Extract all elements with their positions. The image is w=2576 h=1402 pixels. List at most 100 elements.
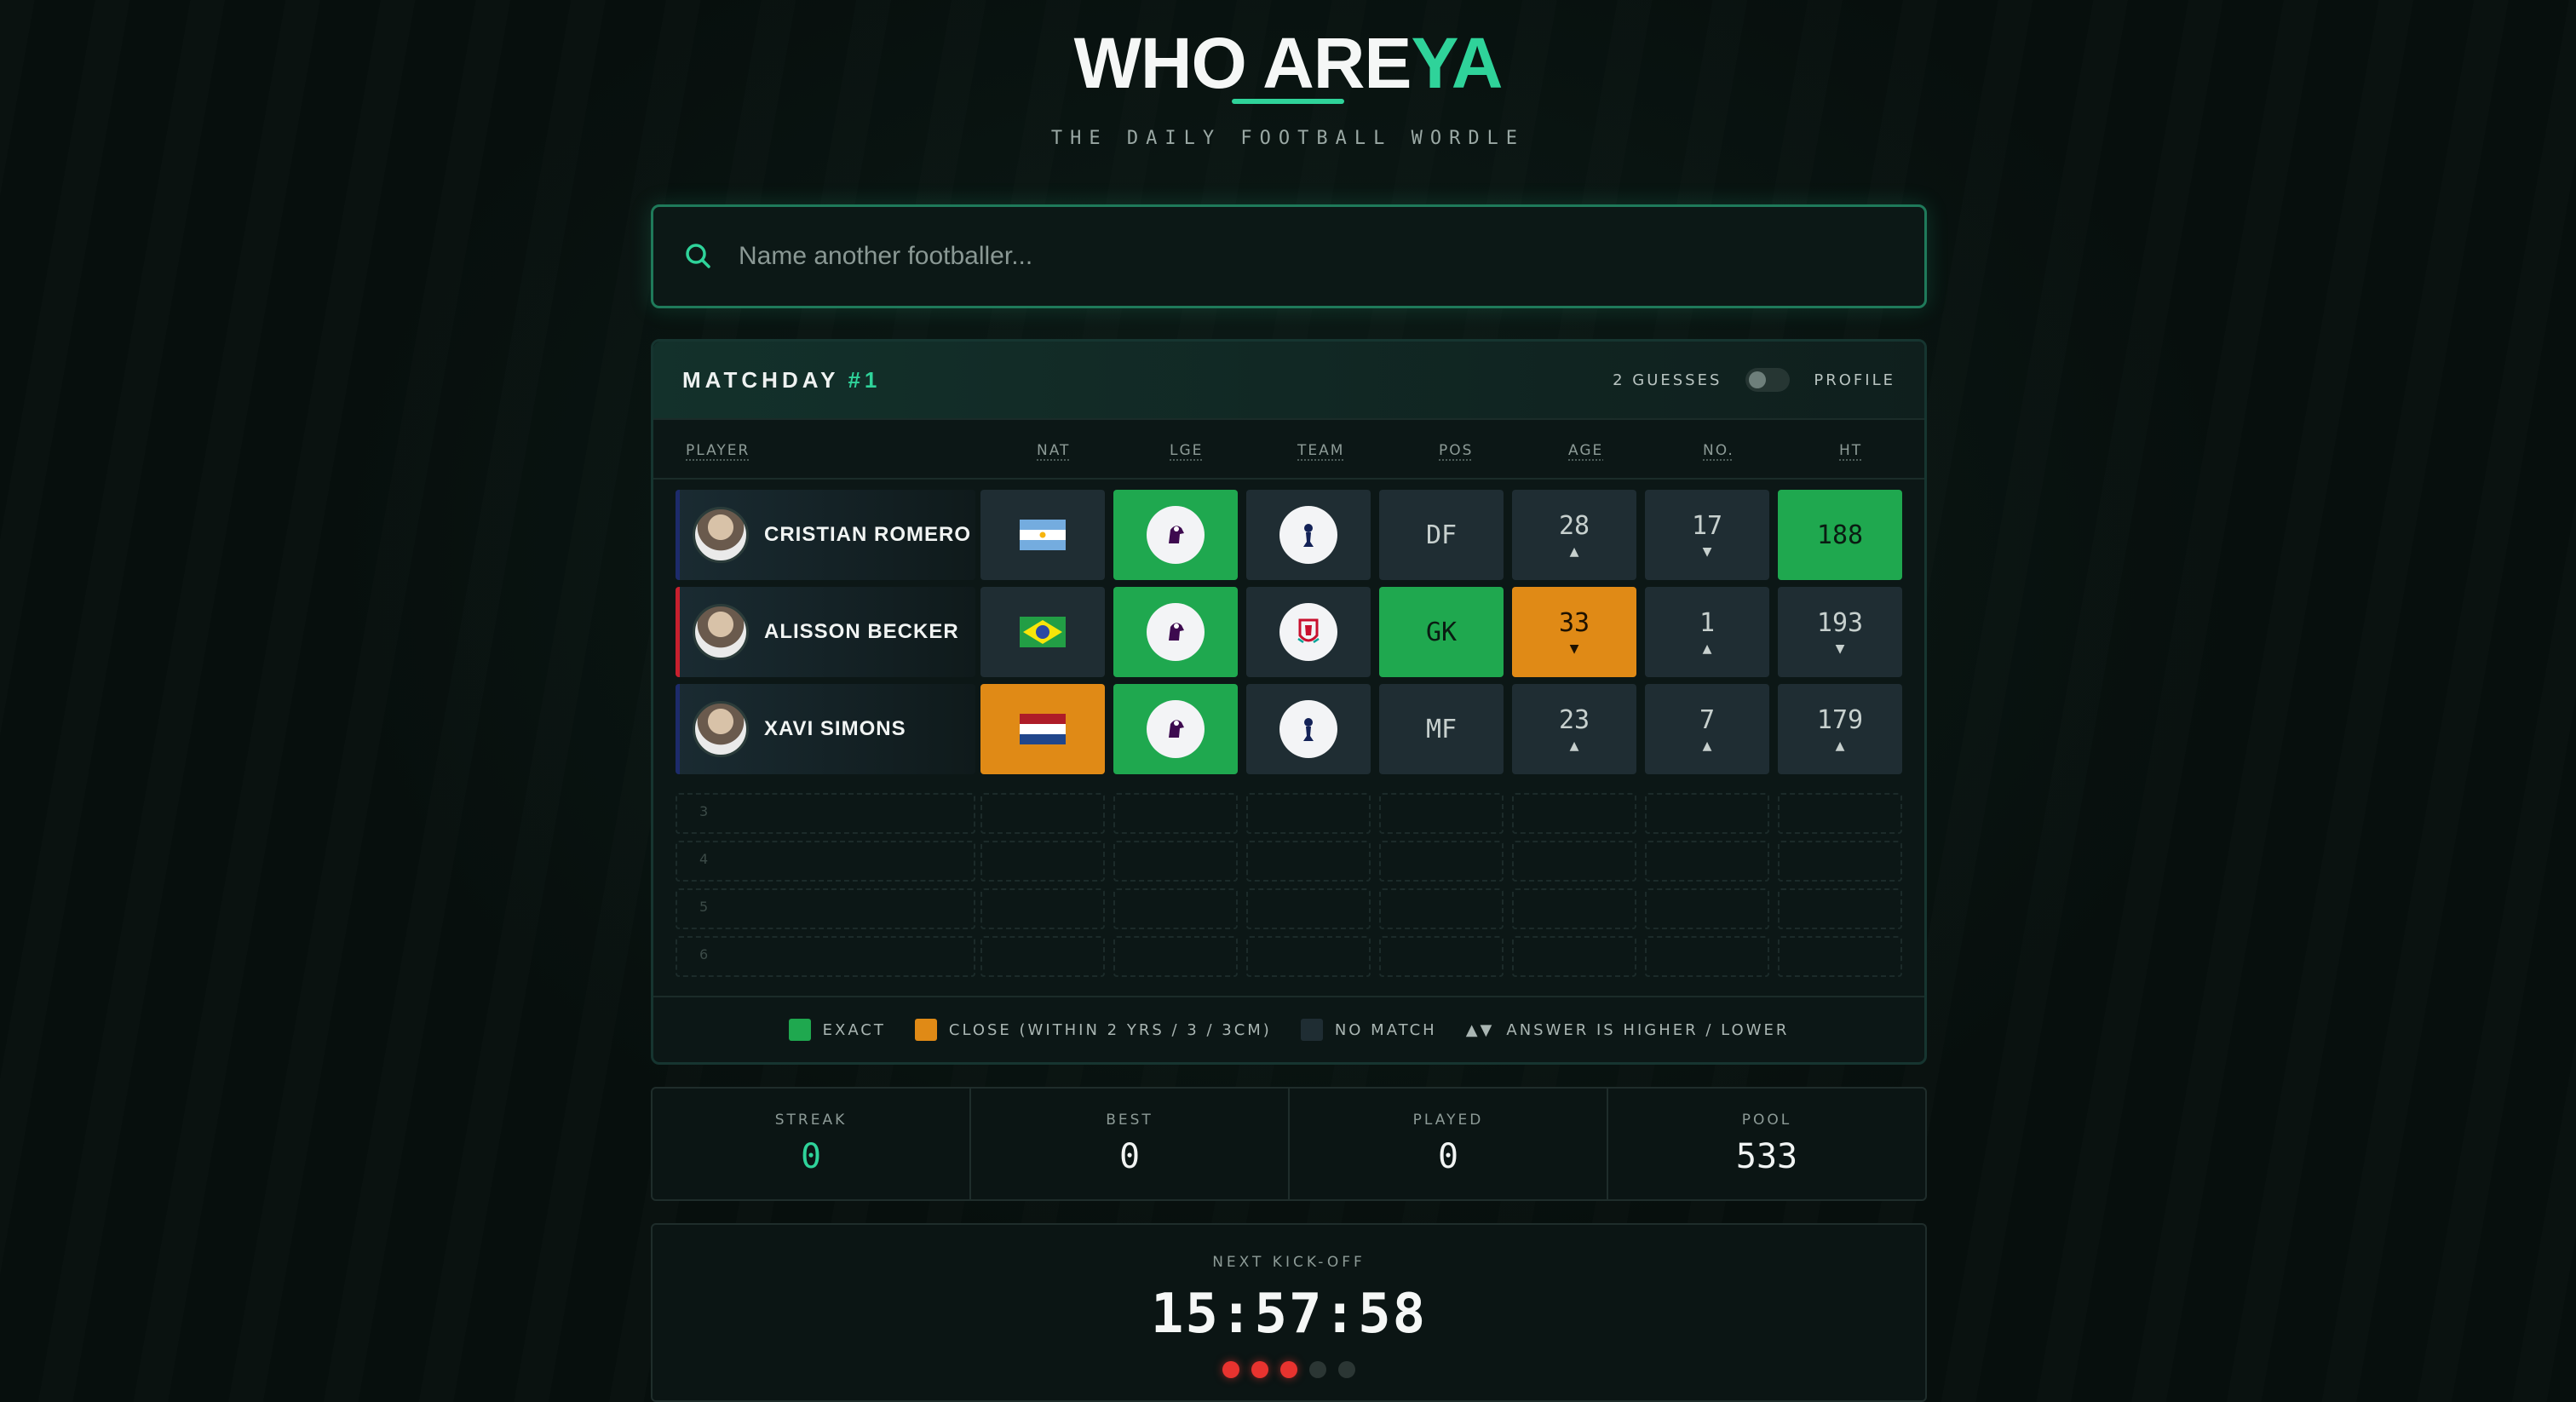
no-match-swatch <box>1300 1019 1323 1041</box>
stat-value: 0 <box>800 1137 822 1176</box>
board-header: MATCHDAY #1 2 GUESSES PROFILE <box>653 342 1924 420</box>
player-avatar <box>693 701 749 757</box>
profile-toggle-label: PROFILE <box>1814 371 1895 389</box>
attempt-dots <box>1222 1361 1355 1378</box>
search-icon <box>684 242 713 271</box>
height-value: 179 <box>1816 704 1864 735</box>
player-cell: ALISSON BECKER <box>676 587 975 677</box>
height-arrow: ▼ <box>1835 639 1845 658</box>
player-name: XAVI SIMONS <box>764 717 906 740</box>
title-underline <box>1232 99 1344 104</box>
legend-exact: EXACT <box>788 1019 886 1041</box>
col-header-nat: NAT <box>1037 442 1071 459</box>
premier-league-icon <box>1147 700 1205 758</box>
stat-value: 533 <box>1735 1137 1798 1176</box>
nat-cell <box>980 684 1105 774</box>
age-cell: 23 ▲ <box>1512 684 1636 774</box>
number-value: 7 <box>1699 704 1716 735</box>
search-box[interactable] <box>651 204 1927 308</box>
legend-exact-label: EXACT <box>822 1020 886 1039</box>
lge-cell <box>1113 684 1238 774</box>
player-avatar <box>693 507 749 563</box>
pos-value: MF <box>1425 714 1458 744</box>
number-cell: 17 ▼ <box>1645 490 1769 580</box>
stat-played: PLAYED 0 <box>1290 1089 1608 1199</box>
age-arrow: ▼ <box>1569 639 1579 658</box>
empty-guess-row: 6 <box>676 936 1904 977</box>
argentina-flag-icon <box>1020 520 1066 550</box>
height-cell: 188 <box>1778 490 1902 580</box>
stat-label: PLAYED <box>1412 1112 1484 1129</box>
age-cell: 33 ▼ <box>1512 587 1636 677</box>
attempt-dot <box>1309 1361 1326 1378</box>
stat-pool: POOL 533 <box>1608 1089 1925 1199</box>
column-headers: PLAYER NAT LGE TEAM POS AGE NO. HT <box>653 420 1924 480</box>
nat-cell <box>980 490 1105 580</box>
pos-value: GK <box>1425 617 1458 647</box>
number-cell: 1 ▲ <box>1645 587 1769 677</box>
lge-cell <box>1113 490 1238 580</box>
legend-none-label: NO MATCH <box>1334 1020 1437 1039</box>
height-value: 193 <box>1816 607 1864 638</box>
profile-toggle[interactable] <box>1745 368 1791 392</box>
close-swatch <box>914 1019 937 1041</box>
nat-cell <box>980 587 1105 677</box>
number-value: 1 <box>1699 607 1716 638</box>
legend-arrows-label: ANSWER IS HIGHER / LOWER <box>1506 1020 1790 1039</box>
next-kickoff-panel: NEXT KICK-OFF 15:57:58 <box>651 1223 1927 1402</box>
team-stripe <box>676 684 680 774</box>
age-arrow: ▲ <box>1569 736 1579 755</box>
col-header-age: AGE <box>1568 442 1604 459</box>
legend-close: CLOSE (WITHIN 2 YRS / 3 / 3CM) <box>914 1019 1272 1041</box>
number-cell: 7 ▲ <box>1645 684 1769 774</box>
attempt-dot <box>1280 1361 1297 1378</box>
app-subtitle: THE DAILY FOOTBALL WORDLE <box>1050 128 1526 149</box>
stat-best: BEST 0 <box>971 1089 1290 1199</box>
matchday-label: MATCHDAY <box>682 366 840 393</box>
player-avatar <box>693 604 749 660</box>
countdown-timer: 15:57:58 <box>1150 1283 1428 1346</box>
height-cell: 193 ▼ <box>1778 587 1902 677</box>
legend-close-label: CLOSE (WITHIN 2 YRS / 3 / 3CM) <box>948 1020 1272 1039</box>
team-cell <box>1246 684 1371 774</box>
attempt-dot <box>1338 1361 1355 1378</box>
legend-arrows: ▲▼ ANSWER IS HIGHER / LOWER <box>1466 1021 1790 1039</box>
search-input[interactable] <box>739 242 1924 271</box>
team-stripe <box>676 490 680 580</box>
number-value: 17 <box>1691 510 1723 541</box>
stat-label: BEST <box>1106 1112 1153 1129</box>
stat-value: 0 <box>1118 1137 1141 1176</box>
tottenham-crest-icon <box>1279 700 1337 758</box>
netherlands-flag-icon <box>1020 714 1066 744</box>
pos-cell: GK <box>1379 587 1504 677</box>
stats-bar: STREAK 0 BEST 0 PLAYED 0 POOL 533 <box>651 1087 1927 1201</box>
matchday-number: #1 <box>848 366 882 393</box>
app-title-main: WHO ARE <box>1073 23 1412 103</box>
player-name: CRISTIAN ROMERO <box>764 523 971 546</box>
player-cell: CRISTIAN ROMERO <box>676 490 975 580</box>
row-index: 5 <box>699 899 709 915</box>
up-down-arrows-icon: ▲▼ <box>1465 1020 1495 1039</box>
number-arrow: ▲ <box>1702 639 1712 658</box>
col-header-lge: LGE <box>1170 442 1204 459</box>
age-value: 28 <box>1558 510 1590 541</box>
empty-guess-row: 4 <box>676 841 1904 882</box>
col-header-team: TEAM <box>1297 442 1345 459</box>
number-arrow: ▲ <box>1702 736 1712 755</box>
guess-board: MATCHDAY #1 2 GUESSES PROFILE PLAYER NAT … <box>651 339 1927 1065</box>
stat-streak: STREAK 0 <box>653 1089 971 1199</box>
brazil-flag-icon <box>1020 617 1066 647</box>
stat-label: STREAK <box>774 1112 848 1129</box>
premier-league-icon <box>1147 506 1205 564</box>
attempt-dot <box>1251 1361 1268 1378</box>
empty-guess-row: 3 <box>676 793 1904 834</box>
number-arrow: ▼ <box>1702 542 1712 560</box>
row-index: 4 <box>699 851 709 867</box>
pos-cell: MF <box>1379 684 1504 774</box>
app-title: WHO AREYA <box>0 20 2576 106</box>
row-index: 3 <box>699 803 709 819</box>
pos-cell: DF <box>1379 490 1504 580</box>
col-header-player: PLAYER <box>686 442 750 459</box>
premier-league-icon <box>1147 603 1205 661</box>
legend-none: NO MATCH <box>1300 1019 1437 1041</box>
